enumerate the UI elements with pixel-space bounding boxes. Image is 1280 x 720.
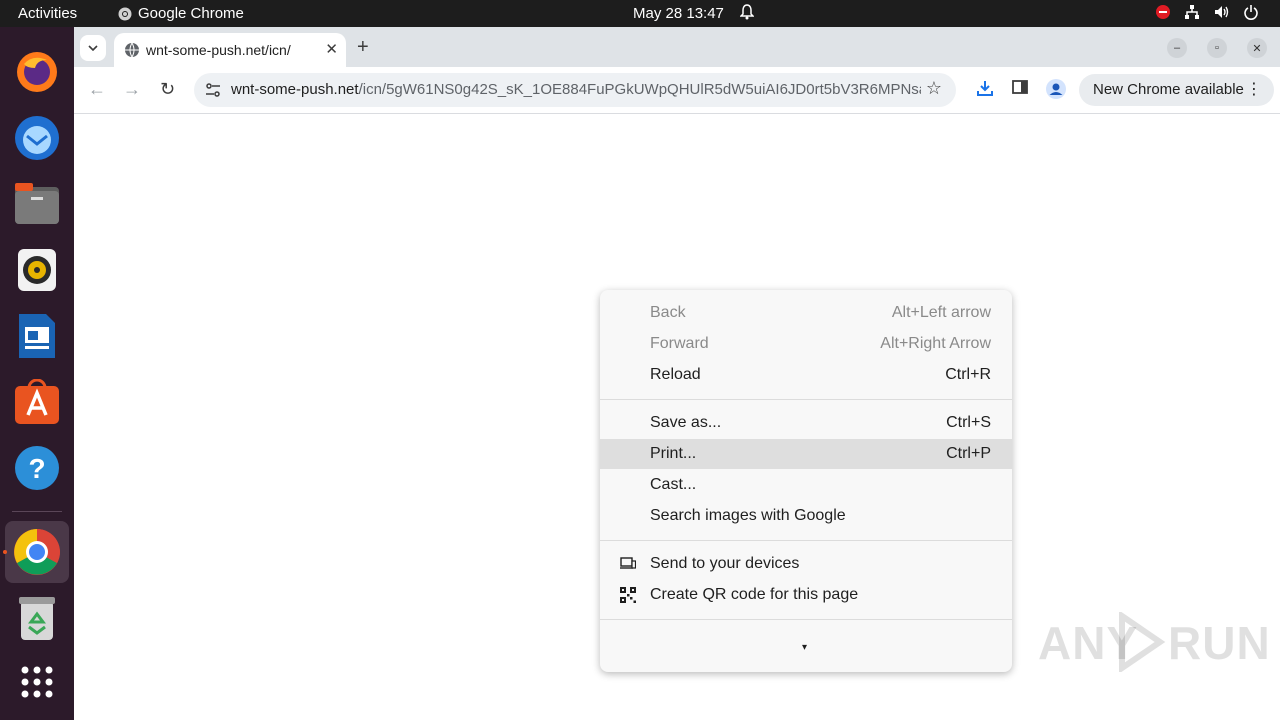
menu-item-search-images[interactable]: Search images with Google [600,501,1012,531]
new-tab-button[interactable]: + [357,36,369,59]
gnome-top-bar: Activities Google Chrome May 28 13:47 [0,0,1280,27]
devices-icon [620,557,636,569]
dock: ? [0,27,74,720]
menu-item-print[interactable]: Print... Ctrl+P [600,439,1012,469]
dock-separator [12,511,62,512]
menu-separator [600,619,1012,620]
chevron-down-icon [88,45,98,51]
trash-icon[interactable] [12,593,62,643]
more-vert-icon: ⋮ [1246,81,1262,98]
menu-item-shortcut: Ctrl+S [946,414,991,431]
thunderbird-icon[interactable] [12,113,62,163]
menu-item-send-to-devices[interactable]: Send to your devices [600,549,1012,579]
context-menu: Back Alt+Left arrow Forward Alt+Right Ar… [600,290,1012,672]
do-not-disturb-icon [1156,5,1170,19]
url-host: wnt-some-push.net [231,81,359,98]
reload-icon[interactable]: ↻ [160,79,175,100]
new-chrome-available-button[interactable]: New Chrome available ⋮ [1079,74,1274,106]
menu-item-shortcut: Alt+Right Arrow [880,335,991,352]
tab-title: wnt-some-push.net/icn/ [146,42,291,58]
clock[interactable]: May 28 13:47 [633,5,724,22]
power-icon [1244,5,1258,20]
close-window-button[interactable]: ✕ [1247,38,1267,58]
download-icon[interactable] [976,79,994,97]
menu-item-save-as[interactable]: Save as... Ctrl+S [600,408,1012,438]
app-name: Google Chrome [138,5,244,22]
running-indicator [3,550,7,554]
minimize-button[interactable]: – [1167,38,1187,58]
help-icon[interactable]: ? [12,443,62,493]
menu-item-reload[interactable]: Reload Ctrl+R [600,360,1012,390]
maximize-button[interactable]: ▫ [1207,38,1227,58]
globe-icon [125,42,139,58]
tab-search-button[interactable] [80,35,106,61]
play-logo-icon [1119,612,1166,672]
menu-item-label: Back [650,304,686,321]
menu-item-create-qr-code[interactable]: Create QR code for this page [600,580,1012,610]
profile-avatar-icon[interactable] [1046,79,1066,99]
site-info-icon[interactable] [204,81,222,99]
writer-icon[interactable] [12,311,62,361]
menu-item-label: Print... [650,445,697,462]
qr-code-icon [620,587,636,603]
back-arrow-icon[interactable]: ← [88,79,106,100]
firefox-icon[interactable] [12,47,62,97]
notification-bell-icon [739,4,755,24]
app-center-icon[interactable] [12,377,62,427]
network-icon [1185,5,1199,19]
new-chrome-label: New Chrome available [1093,81,1244,98]
menu-separator [600,540,1012,541]
url-text: wnt-some-push.net/icn/5gW61NS0g42S_sK_1O… [231,81,921,98]
more-items-caret-icon[interactable]: ▾ [802,642,807,653]
menu-item-label: Forward [650,335,709,352]
watermark-right-text: RUN [1168,617,1271,669]
menu-item-cast[interactable]: Cast... [600,470,1012,500]
app-menu[interactable]: Google Chrome [118,5,244,22]
menu-item-shortcut: Ctrl+P [946,445,991,462]
side-panel-icon[interactable] [1012,79,1028,95]
menu-separator [600,399,1012,400]
tab-strip: wnt-some-push.net/icn/ ✕ + – ▫ ✕ [74,27,1280,67]
menu-item-shortcut: Alt+Left arrow [891,304,991,321]
volume-icon [1215,6,1229,18]
menu-item-forward: Forward Alt+Right Arrow [600,329,1012,359]
anyrun-watermark: ANY RUN [1038,612,1270,672]
menu-item-label: Create QR code for this page [650,586,859,603]
url-path: /icn/5gW61NS0g42S_sK_1OE884FuPGkUWpQHUlR… [358,81,921,98]
menu-item-label: Search images with Google [650,507,846,524]
menu-item-label: Cast... [650,476,697,493]
menu-item-label: Reload [650,366,701,383]
svg-text:?: ? [28,453,45,484]
address-bar[interactable]: wnt-some-push.net/icn/5gW61NS0g42S_sK_1O… [194,73,956,107]
rhythmbox-icon[interactable] [12,245,62,295]
forward-arrow-icon[interactable]: → [123,79,141,100]
files-icon[interactable] [12,179,62,229]
menu-item-label: Save as... [650,414,722,431]
bookmark-star-icon[interactable]: ☆ [926,78,942,99]
chrome-icon[interactable] [12,527,62,577]
tab-close-icon[interactable]: ✕ [325,40,338,58]
system-tray[interactable] [1156,4,1258,20]
menu-item-back: Back Alt+Left arrow [600,298,1012,328]
menu-item-label: Send to your devices [650,555,800,572]
activities-button[interactable]: Activities [18,5,77,22]
chrome-small-icon [118,7,132,20]
tab-active[interactable]: wnt-some-push.net/icn/ ✕ [114,33,346,67]
browser-toolbar: ← → ↻ wnt-some-push.net/icn/5gW61NS0g42S… [74,67,1280,114]
menu-item-shortcut: Ctrl+R [945,366,991,383]
show-apps-icon[interactable] [12,657,62,707]
